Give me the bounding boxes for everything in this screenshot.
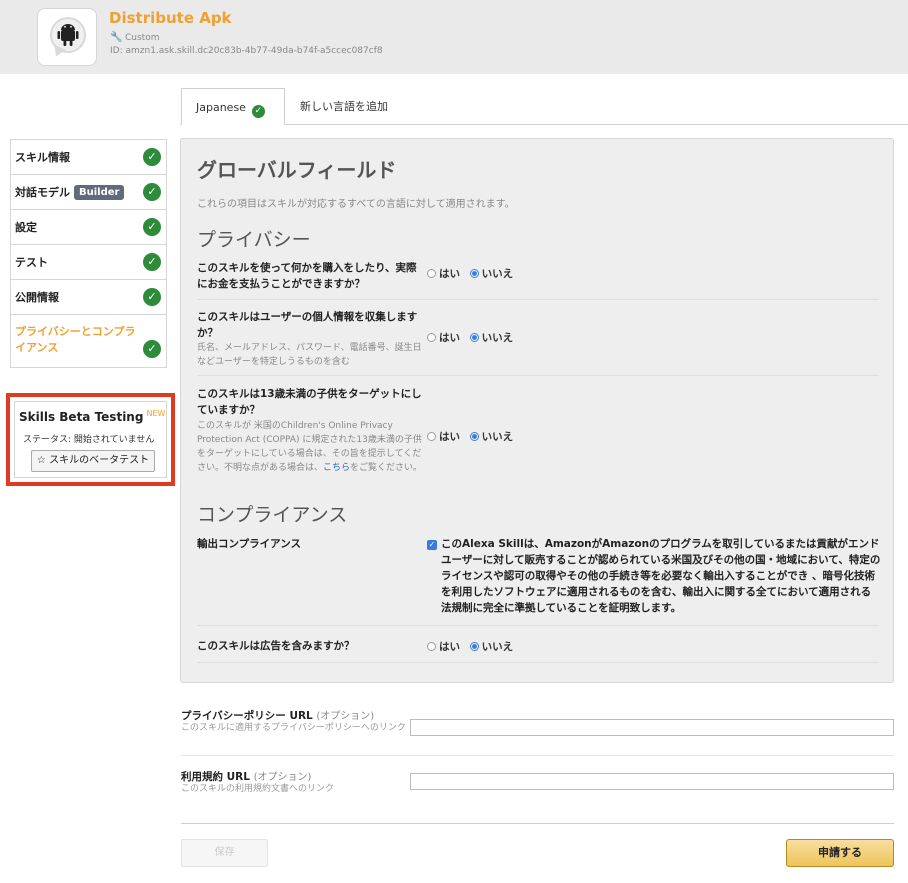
page-title: グローバルフィールド: [197, 158, 397, 182]
terms-url-input[interactable]: [410, 773, 894, 790]
children-yes-radio[interactable]: [427, 432, 436, 441]
page-description: これらの項目はスキルが対応するすべての言語に対して適用されます。: [197, 199, 515, 210]
terms-url-hint: このスキルの利用規約文書へのリンク: [181, 784, 335, 794]
tab-add-language[interactable]: 新しい言語を追加: [286, 88, 402, 125]
sidebar-item-settings[interactable]: 設定 ✓: [11, 210, 166, 245]
ads-no-radio[interactable]: [469, 642, 479, 651]
sidebar-item-interaction-model[interactable]: 対話モデル Builder ✓: [11, 175, 166, 210]
question-children: このスキルは13歳未満の子供をターゲットにしていますか？: [197, 388, 422, 416]
export-compliance-checkbox[interactable]: ✓: [427, 540, 437, 550]
personal-info-hint: 氏名、メールアドレス、パスワード、電話番号、誕生日などユーザーを特定しうるものを…: [197, 343, 422, 367]
ads-yes-radio[interactable]: [427, 642, 436, 651]
check-icon: ✓: [143, 218, 161, 236]
beta-status: ステータス: 開始されていません: [23, 435, 155, 445]
export-compliance-text: このAlexa Skillは、AmazonがAmazonのプログラムを取引してい…: [441, 538, 881, 614]
purchase-no-radio[interactable]: [469, 269, 479, 278]
coppa-link[interactable]: こちら: [323, 463, 350, 473]
privacy-url-input[interactable]: [410, 719, 894, 736]
question-ads: このスキルは広告を含みますか？: [197, 640, 355, 652]
privacy-heading: プライバシー: [197, 229, 311, 251]
ads-radio-group: はい いいえ: [427, 639, 513, 654]
sidebar-item-test[interactable]: テスト ✓: [11, 245, 166, 280]
purchase-yes-radio[interactable]: [427, 269, 436, 278]
app-header: Distribute Apk 🔧 Custom ID: amzn1.ask.ski…: [0, 0, 908, 74]
export-compliance-label: 輸出コンプライアンス: [197, 538, 302, 550]
question-purchase: このスキルを使って何かを購入をしたり、実際にお金を支払うことができますか？: [197, 262, 417, 290]
tab-japanese[interactable]: Japanese ✓: [181, 88, 285, 125]
sidebar-item-publishing[interactable]: 公開情報 ✓: [11, 280, 166, 315]
wrench-icon: 🔧: [110, 32, 123, 43]
check-icon: ✓: [143, 253, 161, 271]
personal-info-radio-group: はい いいえ: [427, 330, 513, 345]
terms-url-label: 利用規約 URL (オプション): [181, 771, 312, 783]
children-hint: このスキルが 米国のChildren's Online Privacy Prot…: [197, 421, 423, 473]
question-personal-info: このスキルはユーザーの個人情報を収集しますか？: [197, 311, 418, 339]
personal-info-no-radio[interactable]: [469, 333, 479, 342]
android-icon: [57, 24, 79, 46]
personal-info-yes-radio[interactable]: [427, 333, 436, 342]
beta-title: Skills Beta Testing NEW: [19, 409, 166, 424]
privacy-url-hint: このスキルに適用するプライバシーポリシーへのリンク: [181, 723, 406, 733]
beta-test-button[interactable]: ☆ スキルのベータテスト: [31, 450, 155, 472]
builder-badge[interactable]: Builder: [74, 185, 125, 200]
language-tab-bar: Japanese ✓ 新しい言語を追加: [180, 88, 908, 125]
privacy-url-label: プライバシーポリシー URL (オプション): [181, 710, 375, 722]
global-fields-panel: グローバルフィールド これらの項目はスキルが対応するすべての言語に対して適用され…: [180, 138, 894, 683]
beta-testing-card: Skills Beta Testing NEW ステータス: 開始されていません …: [14, 401, 167, 478]
submit-button[interactable]: 申請する: [786, 839, 894, 867]
check-icon: ✓: [143, 148, 161, 166]
skill-icon: [37, 8, 97, 66]
sidebar-item-privacy-compliance[interactable]: プライバシーとコンプライアンス ✓: [11, 315, 166, 367]
beta-highlight-box: Skills Beta Testing NEW ステータス: 開始されていません …: [6, 393, 175, 486]
check-icon: ✓: [143, 183, 161, 201]
compliance-heading: コンプライアンス: [197, 504, 348, 526]
check-icon: ✓: [143, 288, 161, 306]
children-radio-group: はい いいえ: [427, 429, 513, 444]
purchase-radio-group: はい いいえ: [427, 266, 513, 281]
save-button[interactable]: 保存: [181, 839, 268, 867]
children-no-radio[interactable]: [469, 432, 479, 441]
check-icon: ✓: [143, 340, 161, 358]
skill-type: 🔧 Custom: [110, 32, 160, 43]
check-icon: ✓: [251, 105, 265, 118]
sidebar-nav: スキル情報 ✓ 対話モデル Builder ✓ 設定 ✓ テスト ✓ 公開情報 ✓…: [10, 139, 167, 368]
skill-id: ID: amzn1.ask.skill.dc20c83b-4b77-49da-b…: [110, 46, 383, 56]
sidebar-item-skill-info[interactable]: スキル情報 ✓: [11, 140, 166, 175]
skill-title: Distribute Apk: [109, 9, 232, 27]
new-badge: NEW: [146, 409, 166, 418]
